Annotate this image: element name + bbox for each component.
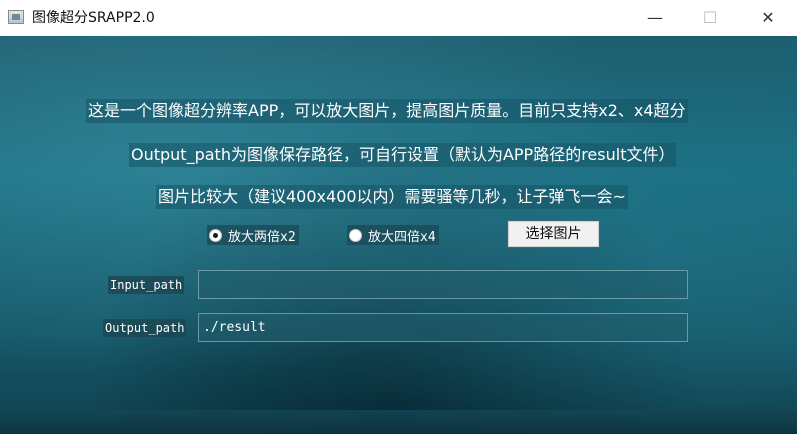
output-path-field[interactable]: ./result [198, 313, 688, 342]
app-window-icon [8, 10, 24, 24]
info-text-supported-scales: 这是一个图像超分辨率APP，可以放大图片，提高图片质量。目前只支持x2、x4超分 [86, 99, 688, 123]
radio-unchecked-icon[interactable] [349, 228, 362, 242]
window-title: 图像超分SRAPP2.0 [32, 10, 155, 26]
select-image-button[interactable]: 选择图片 [508, 221, 599, 247]
maximize-button[interactable]: ☐ [683, 0, 737, 36]
radio-scale-x2-label: 放大两倍x2 [228, 229, 296, 245]
minimize-button[interactable]: — [628, 0, 682, 36]
info-text-size-hint: 图片比较大（建议400x400以内）需要骚等几秒，让子弹飞一会~ [156, 185, 628, 209]
footer-strip [0, 410, 797, 434]
radio-scale-x4[interactable]: 放大四倍x4 [347, 225, 439, 245]
main-panel: 这是一个图像超分辨率APP，可以放大图片，提高图片质量。目前只支持x2、x4超分… [0, 36, 797, 434]
radio-scale-x4-label: 放大四倍x4 [368, 229, 436, 245]
title-bar[interactable]: 图像超分SRAPP2.0 — ☐ ✕ [0, 0, 797, 36]
close-button[interactable]: ✕ [741, 0, 795, 36]
radio-scale-x2[interactable]: 放大两倍x2 [207, 225, 299, 245]
info-text-output-path: Output_path为图像保存路径，可自行设置（默认为APP路径的result… [129, 143, 677, 167]
input-path-field[interactable] [198, 270, 688, 299]
app-window: 图像超分SRAPP2.0 — ☐ ✕ 这是一个图像超分辨率APP，可以放大图片，… [0, 0, 797, 434]
output-path-label: Output_path [103, 319, 187, 337]
input-path-label: Input_path [108, 276, 185, 294]
radio-checked-icon[interactable] [209, 228, 222, 242]
